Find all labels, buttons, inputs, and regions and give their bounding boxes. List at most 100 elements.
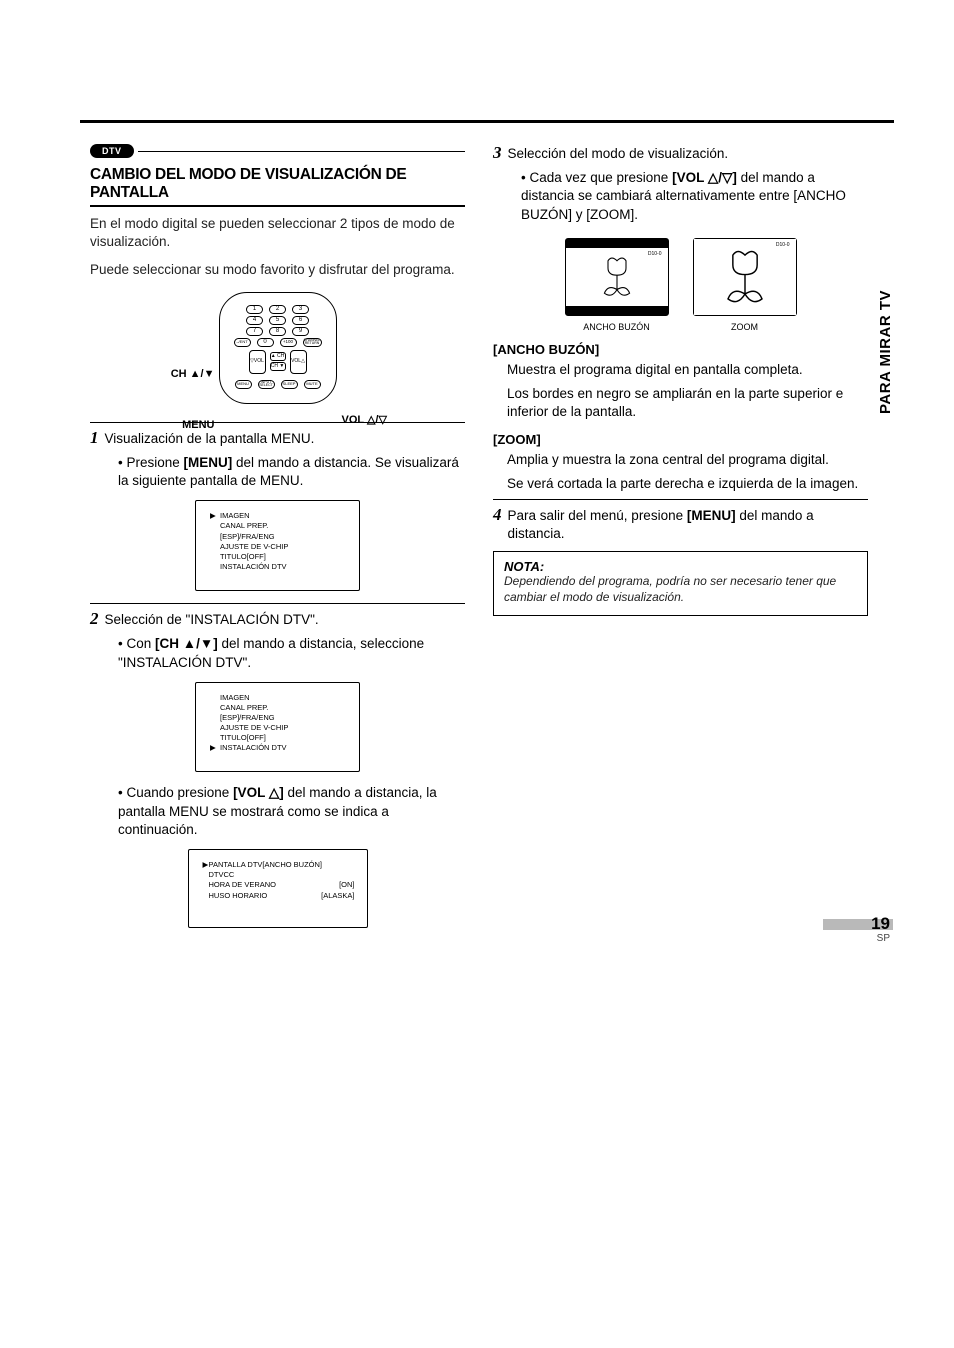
remote-figure: 123 456 789 –/ENT 0 +100 CHANNEL RETURN … xyxy=(90,292,465,404)
m2-0: IMAGEN xyxy=(220,693,347,703)
note-box: NOTA: Dependiendo del programa, podría n… xyxy=(493,551,868,615)
s4-bold: [MENU] xyxy=(687,508,736,523)
menu-screen-3: ▶PANTALLA DTV[ANCHO BUZÓN] DTVCC HORA DE… xyxy=(188,849,368,928)
remote-key-ent: –/ENT xyxy=(234,338,251,347)
step-1-bullet: • Presione [MENU] del mando a distancia.… xyxy=(108,454,465,490)
step-3-num: 3 xyxy=(493,144,502,161)
remote-key-menu: MENU xyxy=(235,380,252,389)
dtv-line xyxy=(138,151,466,152)
s1-pre: • Presione xyxy=(118,455,184,470)
dtv-badge: DTV xyxy=(90,144,134,158)
m3-2l: HORA DE VERANO xyxy=(209,880,277,889)
remote-key-vol-up: VOL△ xyxy=(290,350,307,374)
preview-ancho: D10-0 ANCHO BUZÓN xyxy=(565,238,669,332)
m3-2v: [ON] xyxy=(339,880,354,890)
s1-bold: [MENU] xyxy=(184,455,233,470)
m1-0: IMAGEN xyxy=(220,511,250,520)
step-1: 1 Visualización de la pantalla MENU. • P… xyxy=(90,422,465,591)
remote-key-9: 9 xyxy=(292,327,309,336)
annot-ch: CH ▲/▼ xyxy=(165,369,215,380)
tulip-icon xyxy=(599,253,635,301)
m3-3v: [ALASKA] xyxy=(321,891,354,901)
left-column: DTV CAMBIO DEL MODO DE VISUALIZACIÓN DE … xyxy=(90,144,465,940)
remote-key-mute: MUTE xyxy=(304,380,321,389)
zoom-p1: Amplia y muestra la zona central del pro… xyxy=(507,451,868,469)
s2b-bold: [VOL △] xyxy=(233,785,284,800)
remote-key-8: 8 xyxy=(269,327,286,336)
dtv-badge-row: DTV xyxy=(90,144,465,158)
step-rule xyxy=(90,422,465,423)
menu-screen-1: ▶IMAGEN CANAL PREP. [ESP]/FRA/ENG AJUSTE… xyxy=(195,500,360,591)
ancho-p2: Los bordes en negro se ampliarán en la p… xyxy=(507,385,868,421)
badge-d100: D10-0 xyxy=(776,242,790,248)
remote-key-input: INPUT SELECT xyxy=(258,380,275,389)
m2-4: TITULO[OFF] xyxy=(220,733,347,743)
preview-zoom: D10-0 ZOOM xyxy=(693,238,797,332)
s4-pre: Para salir del menú, presione xyxy=(508,508,687,523)
tulip-icon xyxy=(720,244,769,309)
step-3-bullet: • Cada vez que presione [VOL △/▽] del ma… xyxy=(511,169,868,224)
step-2: 2 Selección de "INSTALACIÓN DTV". • Con … xyxy=(90,603,465,928)
remote-key-1: 1 xyxy=(246,305,263,314)
mode-preview-row: D10-0 ANCHO BUZÓN D10-0 xyxy=(493,238,868,332)
s2-bold: [CH ▲/▼] xyxy=(155,636,218,651)
step-4: 4 Para salir del menú, presione [MENU] d… xyxy=(493,499,868,543)
right-column: 3 Selección del modo de visualización. •… xyxy=(493,144,894,940)
m3-3l: HUSO HORARIO xyxy=(209,891,268,900)
remote-body: 123 456 789 –/ENT 0 +100 CHANNEL RETURN … xyxy=(219,292,337,404)
remote-key-ch-down: CH ▼ xyxy=(270,362,286,371)
m3-0l: PANTALLA DTV[ANCHO BUZÓN] xyxy=(209,860,323,869)
section-title: CAMBIO DEL MODO DE VISUALIZACIÓN DE PANT… xyxy=(90,166,465,207)
preview-ancho-label: ANCHO BUZÓN xyxy=(565,322,669,332)
remote-key-2: 2 xyxy=(269,305,286,314)
top-rule xyxy=(80,120,894,123)
step-2-head: Selección de "INSTALACIÓN DTV". xyxy=(105,610,319,629)
note-body: Dependiendo del programa, podría no ser … xyxy=(504,574,857,605)
step-2-num: 2 xyxy=(90,610,99,627)
remote-key-3: 3 xyxy=(292,305,309,314)
badge-d100: D10-0 xyxy=(648,251,662,257)
m2-5: INSTALACIÓN DTV xyxy=(220,743,287,752)
menu-screen-2: IMAGEN CANAL PREP. [ESP]/FRA/ENG AJUSTE … xyxy=(195,682,360,773)
step-4-num: 4 xyxy=(493,506,502,523)
ancho-p1: Muestra el programa digital en pantalla … xyxy=(507,361,868,379)
remote-key-6: 6 xyxy=(292,316,309,325)
step-1-head: Visualización de la pantalla MENU. xyxy=(105,429,315,448)
s3-pre: • Cada vez que presione xyxy=(521,170,672,185)
step-rule xyxy=(493,499,868,500)
m1-1: CANAL PREP. xyxy=(220,521,347,531)
zoom-p2: Se verá cortada la parte derecha e izqui… xyxy=(507,475,868,493)
m1-5: INSTALACIÓN DTV xyxy=(220,562,347,572)
m3-1l: DTVCC xyxy=(209,870,235,879)
annot-vol: VOL △/▽ xyxy=(342,415,408,426)
annot-menu: MENU xyxy=(165,420,215,431)
remote-key-0: 0 xyxy=(257,338,274,347)
s3-bold: [VOL △/▽] xyxy=(672,170,737,185)
step-2-bullet-b: • Cuando presione [VOL △] del mando a di… xyxy=(108,784,465,839)
m2-1: CANAL PREP. xyxy=(220,703,347,713)
intro-2: Puede seleccionar su modo favorito y dis… xyxy=(90,261,465,279)
step-rule xyxy=(90,603,465,604)
s2-pre: • Con xyxy=(118,636,155,651)
page-number: 19 xyxy=(871,914,890,933)
step-1-num: 1 xyxy=(90,429,99,446)
remote-key-ch-up: ▲ CH xyxy=(270,352,286,361)
m2-2: [ESP]/FRA/ENG xyxy=(220,713,347,723)
preview-zoom-label: ZOOM xyxy=(693,322,797,332)
page-footer: 19 SP xyxy=(820,915,890,944)
caret-icon: ▶ xyxy=(203,860,209,870)
m2-3: AJUSTE DE V-CHIP xyxy=(220,723,347,733)
step-3-head: Selección del modo de visualización. xyxy=(508,144,729,163)
note-title: NOTA: xyxy=(504,559,857,574)
zoom-head: [ZOOM] xyxy=(493,432,868,447)
m1-3: AJUSTE DE V-CHIP xyxy=(220,542,347,552)
remote-key-7: 7 xyxy=(246,327,263,336)
page-region: SP xyxy=(820,933,890,944)
m1-4: TITULO[OFF] xyxy=(220,552,347,562)
caret-icon: ▶ xyxy=(210,511,216,521)
s2b-pre: • Cuando presione xyxy=(118,785,233,800)
remote-key-5: 5 xyxy=(269,316,286,325)
remote-key-channel-return: CHANNEL RETURN xyxy=(303,338,322,347)
step-3: 3 Selección del modo de visualización. •… xyxy=(493,144,868,493)
intro-1: En el modo digital se pueden seleccionar… xyxy=(90,215,465,251)
